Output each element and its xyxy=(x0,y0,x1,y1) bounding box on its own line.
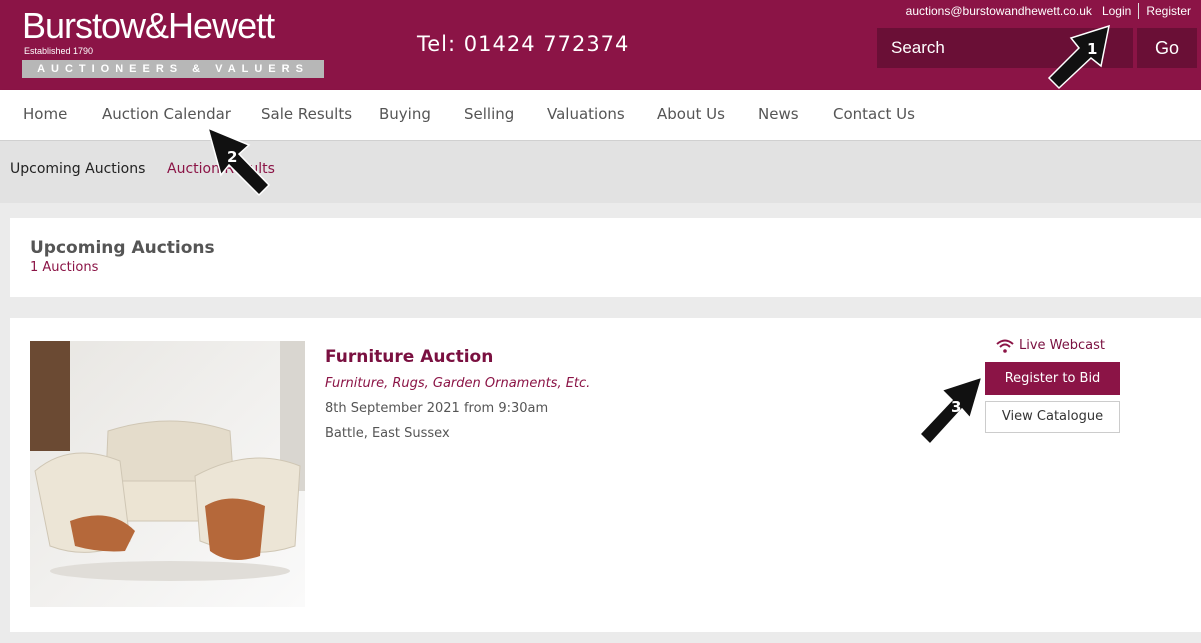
auction-location: Battle, East Sussex xyxy=(325,426,450,441)
listing-count: 1 Auctions xyxy=(30,260,99,275)
auction-photo[interactable] xyxy=(30,341,305,607)
sub-nav: Upcoming Auctions Auction Results xyxy=(0,141,1201,203)
nav-news[interactable]: News xyxy=(758,105,799,123)
nav-sale-results[interactable]: Sale Results xyxy=(261,105,352,123)
site-header: Burstow&Hewett Established 1790 AUCTIONE… xyxy=(0,0,1201,90)
nav-home[interactable]: Home xyxy=(23,105,67,123)
email-link[interactable]: auctions@burstowandhewett.co.uk xyxy=(906,4,1092,18)
annotation-arrow-1: 1 xyxy=(1047,24,1110,90)
nav-contact-us[interactable]: Contact Us xyxy=(833,105,915,123)
nav-auction-calendar[interactable]: Auction Calendar xyxy=(102,105,231,123)
logo-name: Burstow&Hewett xyxy=(22,5,275,46)
main-nav: Home Auction Calendar Sale Results Buyin… xyxy=(0,90,1201,141)
divider xyxy=(1138,3,1140,19)
register-link[interactable]: Register xyxy=(1146,4,1191,18)
annotation-label-3: 3 xyxy=(951,398,961,416)
logo-established: Established 1790 xyxy=(24,46,94,56)
register-to-bid-button[interactable]: Register to Bid xyxy=(985,362,1120,395)
annotation-arrow-2: 2 xyxy=(206,126,271,197)
auction-subtitle: Furniture, Rugs, Garden Ornaments, Etc. xyxy=(325,376,591,391)
webcast-label: Live Webcast xyxy=(1019,338,1106,353)
auction-date: 8th September 2021 from 9:30am xyxy=(325,401,549,416)
auction-card: Furniture Auction Furniture, Rugs, Garde… xyxy=(10,318,1201,632)
phone-number: Tel: 01424 772374 xyxy=(417,32,630,56)
view-catalogue-button[interactable]: View Catalogue xyxy=(985,401,1120,433)
live-webcast[interactable]: Live Webcast xyxy=(996,338,1105,353)
top-links: auctions@burstowandhewett.co.uk Login Re… xyxy=(906,3,1191,19)
nav-about-us[interactable]: About Us xyxy=(657,105,725,123)
listing-title: Upcoming Auctions xyxy=(30,238,215,258)
listing-header: Upcoming Auctions 1 Auctions xyxy=(10,218,1201,297)
annotation-label-2: 2 xyxy=(227,148,237,166)
nav-buying[interactable]: Buying xyxy=(379,105,431,123)
annotation-label-1: 1 xyxy=(1087,40,1097,58)
login-link[interactable]: Login xyxy=(1102,4,1131,18)
logo-tagline: AUCTIONEERS & VALUERS xyxy=(22,60,324,78)
wifi-icon xyxy=(996,339,1014,353)
nav-valuations[interactable]: Valuations xyxy=(547,105,625,123)
go-button[interactable]: Go xyxy=(1137,28,1197,68)
nav-selling[interactable]: Selling xyxy=(464,105,514,123)
subnav-upcoming-auctions[interactable]: Upcoming Auctions xyxy=(10,161,145,177)
auction-title[interactable]: Furniture Auction xyxy=(325,347,493,367)
annotation-arrow-3: 3 xyxy=(918,375,984,446)
site-logo[interactable]: Burstow&Hewett Established 1790 AUCTIONE… xyxy=(22,6,324,78)
